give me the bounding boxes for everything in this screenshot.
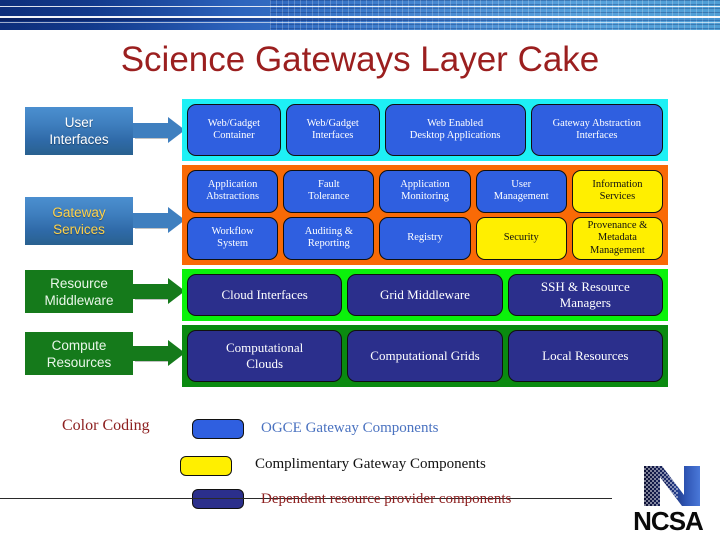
component-label-line2: Reporting xyxy=(307,238,350,250)
band-row: Workflow System Auditing & Reporting Reg… xyxy=(187,216,664,260)
component-label-line1: Web Enabled xyxy=(427,117,484,129)
component-computational-grids[interactable]: Computational Grids xyxy=(347,330,503,382)
component-registry[interactable]: Registry xyxy=(379,216,471,260)
component-label-line1: Auditing & xyxy=(304,225,353,237)
component-label-line2: Interfaces xyxy=(311,130,354,141)
component-label-line3: Management xyxy=(590,244,645,256)
component-information-services[interactable]: Information Services xyxy=(571,170,664,213)
legend-label-complimentary: Complimentary Gateway Components xyxy=(255,456,486,472)
component-label-line1: Fault xyxy=(318,178,340,190)
component-label-line2: Interfaces xyxy=(576,130,618,141)
component-workflow-system[interactable]: Workflow System xyxy=(187,216,279,260)
component-label-line2: Clouds xyxy=(246,356,284,371)
component-label-line1: Workflow xyxy=(211,225,254,237)
layer-label-line2: Middleware xyxy=(44,292,114,308)
banner-line-1 xyxy=(0,6,720,7)
component-local-resources[interactable]: Local Resources xyxy=(507,330,663,382)
layer-label-line1: User xyxy=(64,115,94,130)
component-label-line1: Security xyxy=(503,232,539,243)
band-row: Computational Clouds Computational Grids… xyxy=(187,330,663,382)
legend-swatch-ogce xyxy=(192,419,244,439)
layer-label-user-interfaces: User Interfaces xyxy=(25,107,133,155)
arrow-resource-middleware xyxy=(133,278,185,305)
component-gateway-abstraction-interfaces[interactable]: Gateway Abstraction Interfaces xyxy=(530,104,663,156)
component-label-line1: Provenance & xyxy=(587,219,648,231)
layer-label-line1: Gateway xyxy=(52,205,106,220)
slide-title: Science Gateways Layer Cake xyxy=(120,40,600,79)
component-application-abstractions[interactable]: Application Abstractions xyxy=(187,170,279,213)
component-label-line2: Management xyxy=(493,191,549,203)
layer-label-resource-middleware: Resource Middleware xyxy=(25,270,133,313)
component-fault-tolerance[interactable]: Fault Tolerance xyxy=(283,170,375,213)
component-web-gadget-interfaces[interactable]: Web/Gadget Interfaces xyxy=(285,104,380,156)
banner-grid-texture xyxy=(270,0,720,30)
layer-label-line1: Compute xyxy=(51,337,107,353)
layer-label-line2: Services xyxy=(53,222,105,237)
component-label-line1: Information xyxy=(592,178,643,190)
component-label-line2: Monitoring xyxy=(401,191,449,203)
component-label-line1: Registry xyxy=(407,232,443,243)
arrow-gateway-services xyxy=(133,207,185,234)
legend-label-ogce: OGCE Gateway Components xyxy=(261,420,439,436)
layer-label-line1: Resource xyxy=(50,275,108,291)
component-ssh-and-resource-managers[interactable]: SSH & Resource Managers xyxy=(507,274,663,316)
component-web-enabled-desktop-applications[interactable]: Web Enabled Desktop Applications xyxy=(384,104,526,156)
component-label-line2: Services xyxy=(599,191,636,203)
ncsa-logo-mark xyxy=(644,466,700,506)
layer-band-user-interfaces: Web/Gadget Container Web/Gadget Interfac… xyxy=(182,99,668,161)
legend-title: Color Coding xyxy=(62,417,150,434)
component-application-monitoring[interactable]: Application Monitoring xyxy=(379,170,471,213)
band-row: Web/Gadget Container Web/Gadget Interfac… xyxy=(187,104,663,156)
component-label-line2: Container xyxy=(213,130,255,141)
ncsa-logo: NCSA xyxy=(622,462,714,536)
band-row: Cloud Interfaces Grid Middleware SSH & R… xyxy=(187,274,663,316)
component-label-line1: User xyxy=(511,178,532,190)
component-label-line1: Gateway Abstraction xyxy=(552,117,641,129)
component-label-line2: Abstractions xyxy=(206,191,260,203)
component-label-line1: Web/Gadget xyxy=(207,117,260,129)
component-label-line2: Managers xyxy=(559,295,611,310)
component-security[interactable]: Security xyxy=(475,216,567,260)
component-label-line1: Cloud Interfaces xyxy=(221,287,308,302)
band-row: Application Abstractions Fault Tolerance… xyxy=(187,170,664,213)
legend-swatch-dependent xyxy=(192,489,244,509)
component-grid-middleware[interactable]: Grid Middleware xyxy=(347,274,503,316)
arrow-compute-resources xyxy=(133,340,185,367)
legend-label-dependent: Dependent resource provider components xyxy=(261,491,512,507)
banner-left-fade xyxy=(0,0,240,30)
layer-label-line2: Resources xyxy=(46,354,112,370)
component-label-line1: Application xyxy=(207,178,258,190)
banner-line-2 xyxy=(0,16,720,18)
component-web-gadget-container[interactable]: Web/Gadget Container xyxy=(187,104,281,156)
component-label-line1: Application xyxy=(400,178,450,190)
component-label-line2: Tolerance xyxy=(308,191,350,203)
layer-band-resource-middleware: Cloud Interfaces Grid Middleware SSH & R… xyxy=(182,269,668,321)
decorative-top-banner xyxy=(0,0,720,30)
banner-line-3 xyxy=(0,22,720,23)
component-cloud-interfaces[interactable]: Cloud Interfaces xyxy=(187,274,343,316)
component-label-line2: System xyxy=(217,238,249,250)
component-computational-clouds[interactable]: Computational Clouds xyxy=(187,330,343,382)
layer-label-compute-resources: Compute Resources xyxy=(25,332,133,375)
component-label-line1: Grid Middleware xyxy=(380,287,470,302)
component-user-management[interactable]: User Management xyxy=(475,170,567,213)
component-label-line2: Metadata xyxy=(597,232,637,243)
ncsa-logo-text: NCSA xyxy=(633,506,704,534)
component-label-line1: Computational xyxy=(226,340,304,355)
layer-band-gateway-services: Application Abstractions Fault Tolerance… xyxy=(182,165,668,265)
component-label-line1: Web/Gadget xyxy=(306,117,359,129)
arrow-user-interfaces xyxy=(133,117,185,144)
component-label-line2: Desktop Applications xyxy=(409,130,501,141)
layer-label-line2: Interfaces xyxy=(49,132,109,147)
legend-swatch-complimentary xyxy=(180,456,232,476)
layer-label-gateway-services: Gateway Services xyxy=(25,197,133,245)
component-provenance-and-metadata-management[interactable]: Provenance & Metadata Management xyxy=(571,216,664,260)
component-auditing-and-reporting[interactable]: Auditing & Reporting xyxy=(283,216,375,260)
component-label-line1: Computational Grids xyxy=(370,348,480,363)
banner-dark-stripe xyxy=(0,18,720,21)
component-label-line1: SSH & Resource xyxy=(540,279,630,294)
layer-band-compute-resources: Computational Clouds Computational Grids… xyxy=(182,325,668,387)
component-label-line1: Local Resources xyxy=(542,348,629,363)
